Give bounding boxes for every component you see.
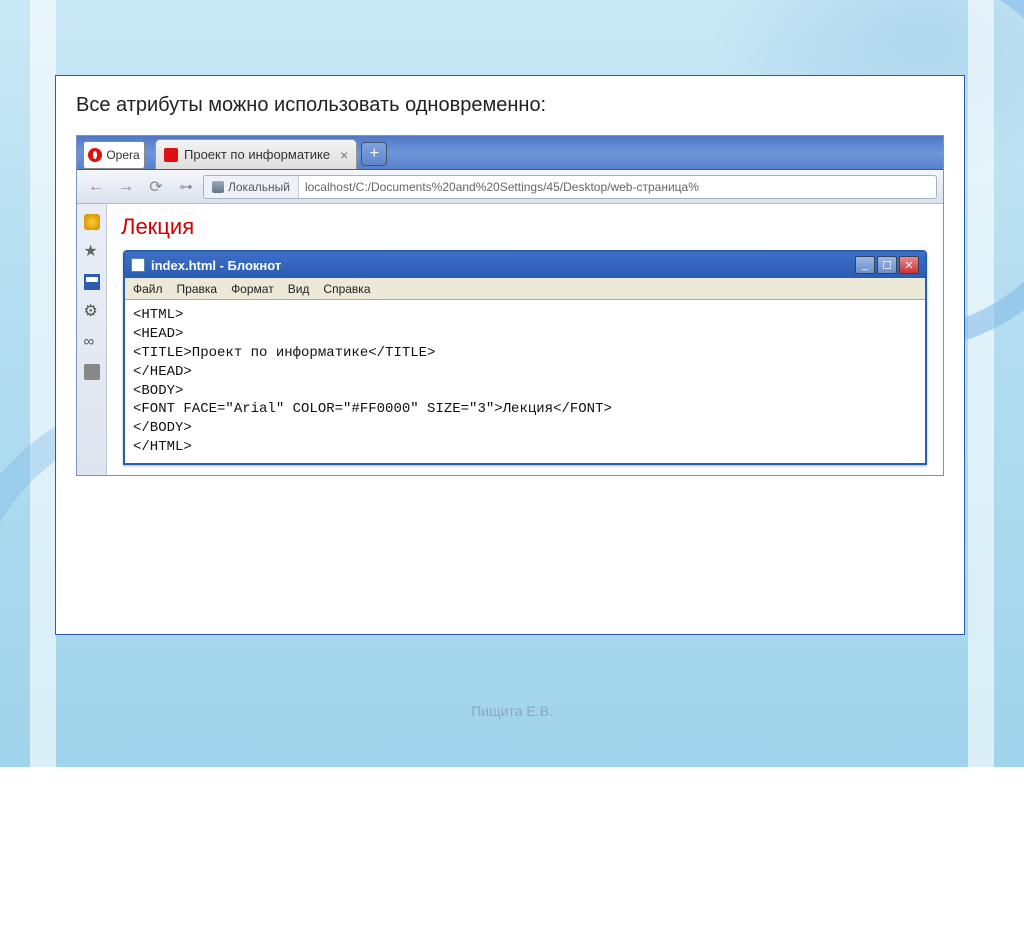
- nav-reload-button[interactable]: ⟳: [143, 174, 169, 200]
- notepad-menu-bar: Файл Правка Формат Вид Справка: [125, 278, 925, 300]
- menu-file[interactable]: Файл: [133, 282, 163, 296]
- sidebar-mail-icon[interactable]: [84, 274, 100, 290]
- slide-title: Все атрибуты можно использовать одноврем…: [76, 94, 944, 117]
- tab-close-icon[interactable]: ×: [340, 147, 348, 163]
- menu-help[interactable]: Справка: [323, 282, 370, 296]
- slide-card: Все атрибуты можно использовать одноврем…: [55, 75, 965, 635]
- menu-edit[interactable]: Правка: [177, 282, 218, 296]
- nav-forward-button[interactable]: →: [113, 174, 139, 200]
- browser-body: ★ ⚙ ∞ Лекция index.html - Блокнот _: [77, 204, 943, 475]
- notepad-window-controls: _ ☐ ✕: [855, 256, 919, 274]
- notepad-window: index.html - Блокнот _ ☐ ✕ Файл Правка Ф…: [123, 250, 927, 465]
- footer-credit: Пищита Е.В.: [0, 703, 1024, 719]
- nav-key-icon[interactable]: ⊶: [173, 174, 199, 200]
- nav-back-button[interactable]: ←: [83, 174, 109, 200]
- notepad-text-area[interactable]: <HTML> <HEAD> <TITLE>Проект по информати…: [125, 300, 925, 463]
- tab-title: Проект по информатике: [184, 147, 330, 162]
- minimize-button[interactable]: _: [855, 256, 875, 274]
- page-heading: Лекция: [121, 214, 929, 240]
- browser-tab-bar: Opera Проект по информатике × +: [77, 136, 943, 170]
- local-chip-icon: [212, 181, 224, 193]
- notepad-title: index.html - Блокнот: [151, 258, 281, 273]
- browser-nav-bar: ← → ⟳ ⊶ Локальный localhost/C:/Documents…: [77, 170, 943, 204]
- notepad-titlebar[interactable]: index.html - Блокнот _ ☐ ✕: [125, 252, 925, 278]
- address-bar[interactable]: Локальный localhost/C:/Documents%20and%2…: [203, 175, 937, 199]
- browser-window: Opera Проект по информатике × + ← → ⟳ ⊶ …: [76, 135, 944, 476]
- sidebar-at-icon[interactable]: [84, 214, 100, 230]
- close-button[interactable]: ✕: [899, 256, 919, 274]
- page-content: Лекция index.html - Блокнот _ ☐ ✕: [107, 204, 943, 475]
- maximize-button[interactable]: ☐: [877, 256, 897, 274]
- tab-favicon-icon: [164, 148, 178, 162]
- address-url: localhost/C:/Documents%20and%20Settings/…: [299, 180, 705, 194]
- sidebar-star-icon[interactable]: ★: [84, 244, 100, 260]
- browser-tab-active[interactable]: Проект по информатике ×: [155, 139, 357, 169]
- menu-format[interactable]: Формат: [231, 282, 274, 296]
- address-badge-label: Локальный: [228, 180, 290, 194]
- opera-label: Opera: [106, 148, 139, 162]
- sidebar-note-icon[interactable]: [84, 364, 100, 380]
- menu-view[interactable]: Вид: [288, 282, 310, 296]
- sidebar-gear-icon[interactable]: ⚙: [84, 304, 100, 320]
- browser-sidebar: ★ ⚙ ∞: [77, 204, 107, 475]
- address-badge: Локальный: [204, 176, 299, 198]
- opera-menu-button[interactable]: Opera: [83, 141, 145, 169]
- new-tab-button[interactable]: +: [361, 142, 387, 166]
- sidebar-share-icon[interactable]: ∞: [84, 334, 100, 350]
- notepad-document-icon: [131, 258, 145, 272]
- opera-logo-icon: [88, 148, 102, 162]
